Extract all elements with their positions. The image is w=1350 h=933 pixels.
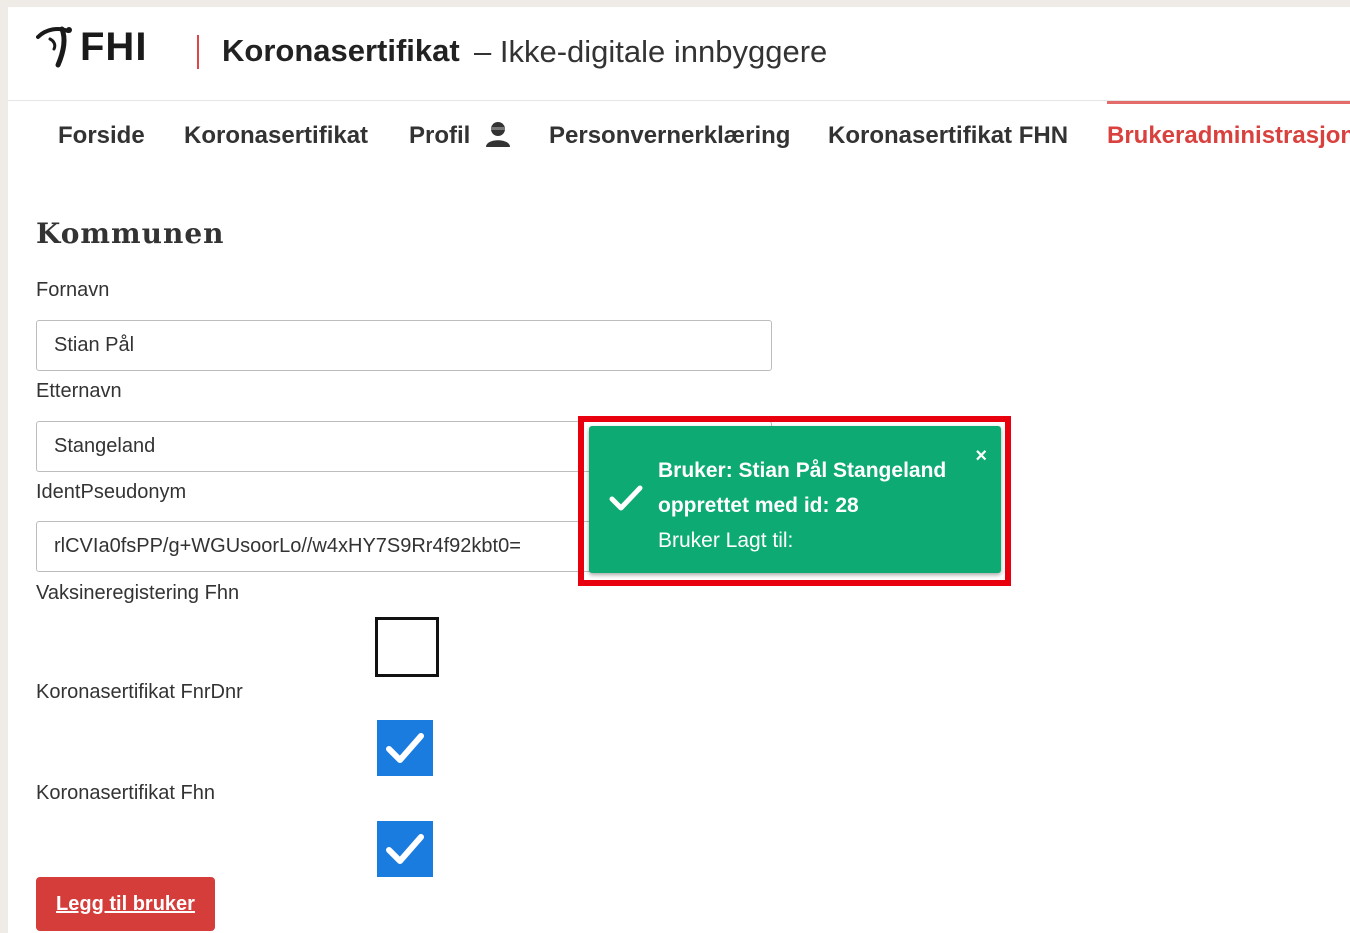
nav-item-koronasertifikat-fhn[interactable]: Koronasertifikat FHN [828, 101, 1068, 171]
nav-item-label: Brukeradministrasjon [1107, 122, 1350, 149]
fhi-bird-icon [36, 26, 72, 68]
vaksineregistering-checkbox[interactable] [375, 617, 439, 677]
checkmark-icon [386, 834, 424, 864]
main-nav: Forside Koronasertifikat Profil Personve… [8, 101, 1350, 171]
close-icon[interactable]: × [975, 446, 987, 466]
nav-item-personvernerklaering[interactable]: Personvernerklæring [549, 101, 790, 171]
toast-user-line: Bruker: Stian Pål Stangeland [658, 459, 947, 482]
nav-item-label: Koronasertifikat [184, 122, 369, 149]
nav-item-label: Profil [409, 122, 471, 149]
etternavn-label: Etternavn [36, 380, 122, 402]
nav-item-label: Personvernerklæring [549, 122, 791, 149]
nav-item-brukeradministrasjon[interactable]: Brukeradministrasjon [1107, 101, 1350, 174]
nav-item-label: Koronasertifikat FHN [828, 122, 1069, 149]
fnrdnr-label: Koronasertifikat FnrDnr [36, 681, 243, 703]
nav-item-profil[interactable]: Profil [409, 101, 511, 171]
app-title: Koronasertifikat [222, 33, 460, 68]
toast-id-line: opprettet med id: 28 [658, 494, 859, 517]
fornavn-input[interactable] [36, 320, 772, 371]
checkmark-icon [386, 733, 424, 763]
fornavn-label: Fornavn [36, 279, 110, 301]
fhi-logo[interactable]: FHI [36, 23, 147, 71]
nav-item-koronasertifikat[interactable]: Koronasertifikat [184, 101, 368, 171]
header-divider [197, 35, 199, 69]
fhn-checkbox[interactable] [377, 821, 433, 877]
nav-item-label: Forside [58, 122, 145, 149]
ident-pseudonym-label: IdentPseudonym [36, 481, 187, 503]
logo-text: FHI [80, 24, 148, 69]
success-check-icon [609, 485, 643, 511]
section-title: Kommunen [36, 217, 225, 250]
app-subtitle: – Ikke-digitale innbyggere [474, 34, 828, 69]
page: FHI Koronasertifikat – Ikke-digitale inn… [8, 7, 1350, 933]
vaksineregistering-label: Vaksineregistering Fhn [36, 582, 240, 604]
user-icon [486, 121, 511, 147]
toast-status-line: Bruker Lagt til: [658, 529, 794, 552]
fnrdnr-checkbox[interactable] [377, 720, 433, 776]
add-user-button[interactable]: Legg til bruker [36, 877, 215, 931]
fhn-label: Koronasertifikat Fhn [36, 782, 215, 804]
success-toast: Bruker: Stian Pål Stangeland opprettet m… [589, 426, 1001, 573]
nav-item-forside[interactable]: Forside [58, 101, 145, 171]
site-header: FHI Koronasertifikat – Ikke-digitale inn… [8, 7, 1350, 101]
